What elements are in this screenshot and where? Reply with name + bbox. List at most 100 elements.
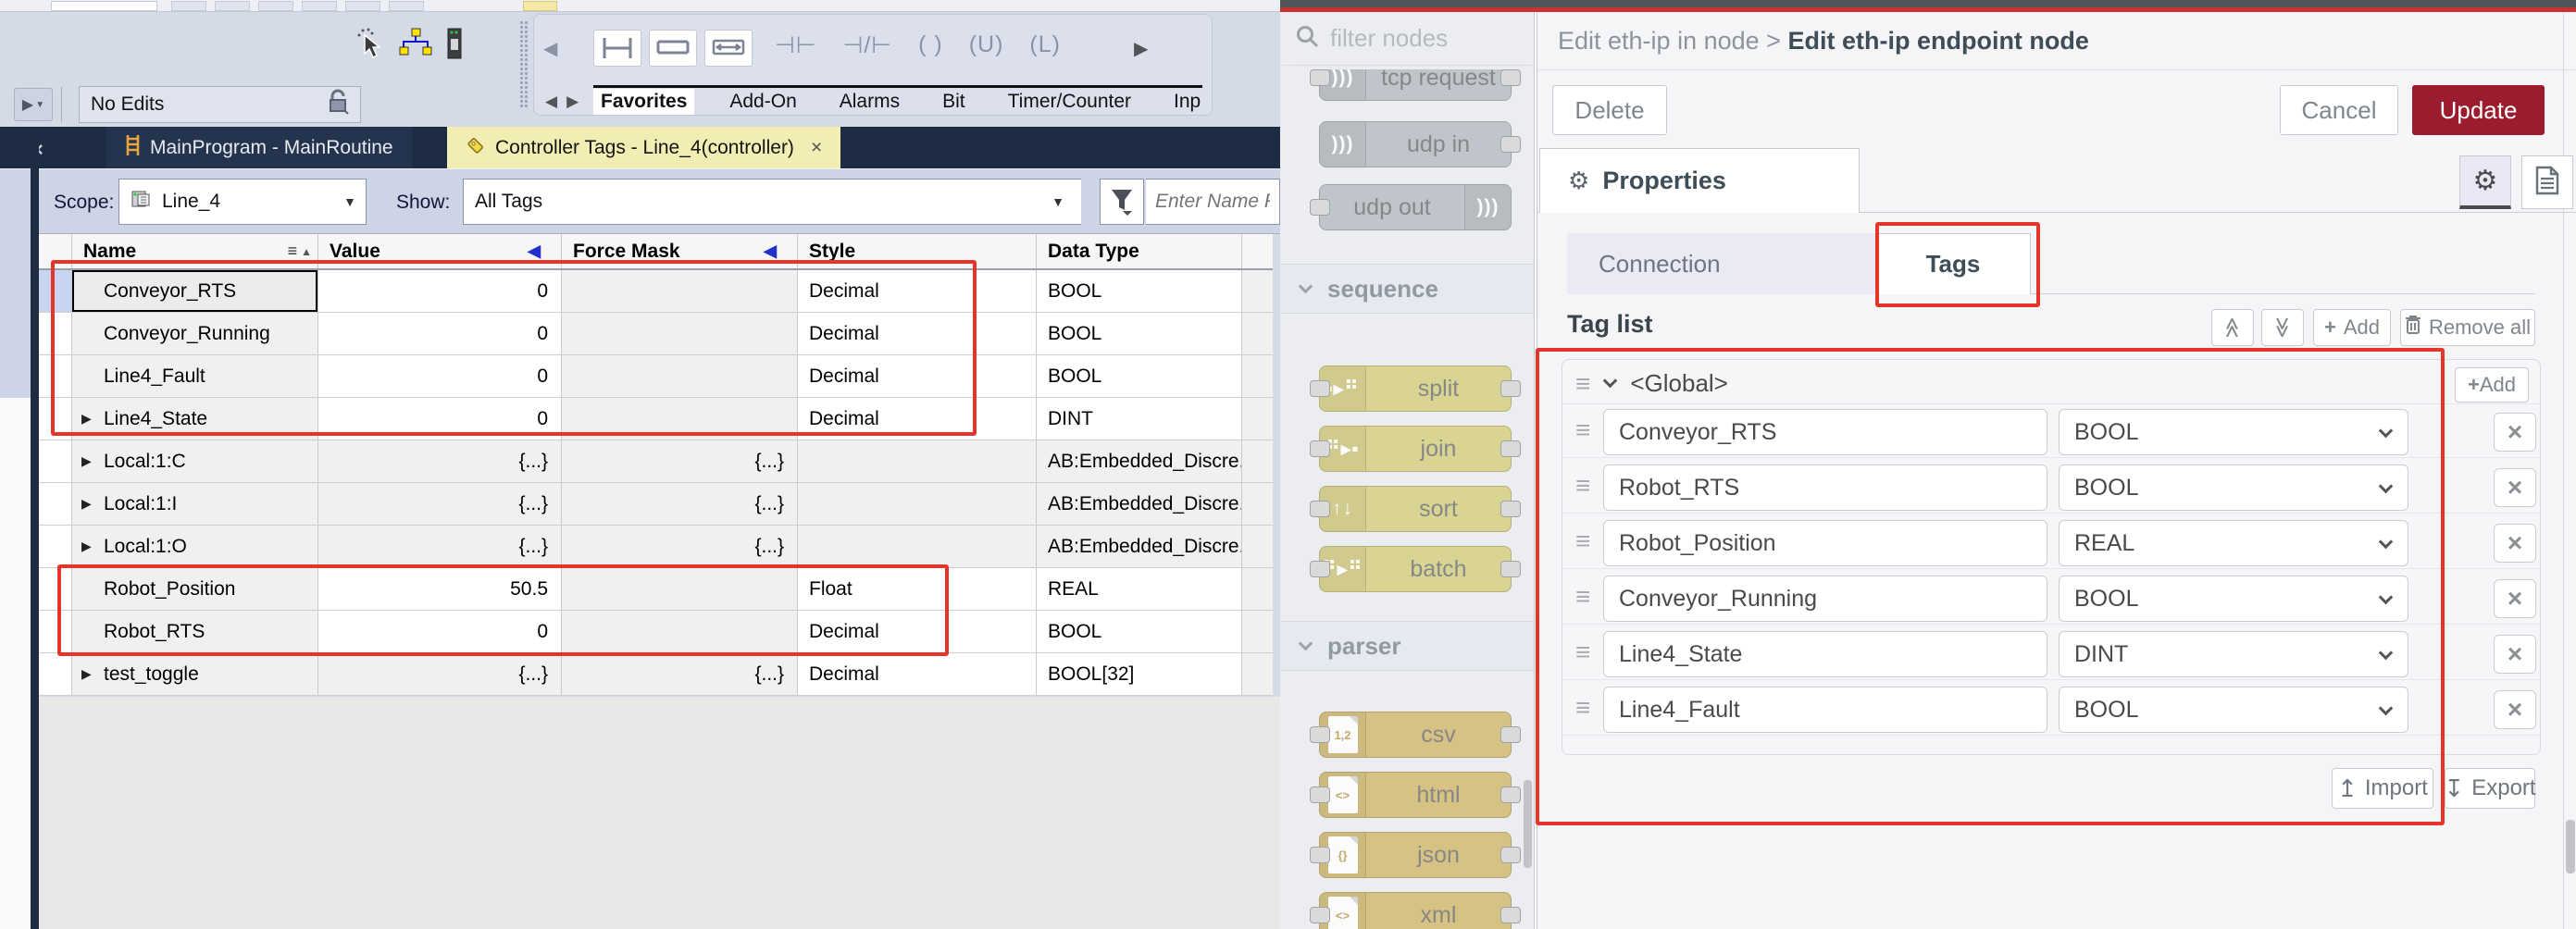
style-cell[interactable] [798,440,1037,482]
expand-arrow-icon[interactable]: ▶ [81,539,92,554]
data-type-cell[interactable]: BOOL [1037,270,1242,312]
tag-type-select[interactable]: DINT [2059,631,2408,677]
tag-name-input[interactable] [1603,409,2047,455]
add-tag-button[interactable]: +Add [2313,309,2391,346]
column-header-name[interactable]: Name ≡▲ [72,234,318,268]
data-type-cell[interactable]: BOOL [1037,355,1242,397]
input-port[interactable] [1310,199,1330,216]
toolbar-combo-stub[interactable] [51,1,157,11]
palette-node-xml[interactable]: <>xml [1319,892,1512,929]
tab-controller-tags[interactable]: Controller Tags - Line_4(controller) × [447,127,840,168]
palette-node-join[interactable]: ⠛▸▪join [1319,426,1512,472]
table-row[interactable]: Conveyor_RTS0DecimalBOOL [39,270,1273,313]
scroll-left-icon[interactable]: ◀ [543,37,557,60]
instruction-tab-favorites[interactable]: Favorites [593,89,694,115]
table-row[interactable]: ▶Local:1:I{...}{...}AB:Embedded_Discre..… [39,483,1273,526]
style-cell[interactable]: Decimal [798,653,1037,695]
palette-node-split[interactable]: ▪▸⠛split [1319,365,1512,412]
expand-arrow-icon[interactable]: ▶ [81,496,92,512]
input-port[interactable] [1310,726,1330,743]
tag-name-cell[interactable]: ▶Local:1:I [72,483,318,525]
import-button[interactable]: ↥Import [2332,768,2433,809]
palette-filter-input[interactable] [1330,24,1515,53]
input-port[interactable] [1310,907,1330,923]
remove-tag-button[interactable]: × [2494,413,2536,452]
input-port[interactable] [1310,69,1330,86]
data-type-cell[interactable]: BOOL[32] [1037,653,1242,695]
coil-latch-icon[interactable]: (L) [1029,31,1061,59]
tag-value-cell[interactable]: {...} [318,483,562,525]
unlock-icon[interactable] [327,89,349,120]
palette-node-csv[interactable]: 1,2csv [1319,712,1512,758]
instruction-tab-inp[interactable]: Inp [1166,89,1208,115]
tag-name-cell[interactable]: ▶Local:1:C [72,440,318,482]
coil-icon[interactable]: ( ) [918,31,943,59]
column-header-style[interactable]: Style [798,234,1037,268]
controller-module-icon[interactable] [447,28,462,64]
output-port[interactable] [1500,136,1521,153]
name-filter-input[interactable] [1146,179,1280,225]
data-type-cell[interactable]: DINT [1037,398,1242,440]
force-mask-cell[interactable] [562,398,798,440]
add-tag-to-group-button[interactable]: +Add [2455,367,2529,403]
input-port[interactable] [1310,440,1330,457]
palette-node-sort[interactable]: ↑↓sort [1319,486,1512,532]
input-port[interactable] [1310,847,1330,863]
toolbar-button-stub[interactable] [171,1,206,11]
instruction-tab-bit[interactable]: Bit [935,89,973,115]
tag-name-cell[interactable]: ▶Line4_State [72,398,318,440]
properties-tab[interactable]: ⚙ Properties [1539,148,1860,213]
tag-name-cell[interactable]: Conveyor_RTS [72,270,318,312]
palette-node-batch[interactable]: ⠛▸⠛batch [1319,546,1512,592]
expand-arrow-icon[interactable]: ▶ [81,453,92,469]
palette-node-udp-out[interactable]: )))udp out [1319,184,1512,230]
scope-select[interactable]: Line_4 ▼ [118,179,367,225]
force-mask-cell[interactable]: {...} [562,526,798,567]
data-type-cell[interactable]: AB:Embedded_Discre... [1037,526,1242,567]
column-header-value[interactable]: Value◀ [318,234,562,268]
instruction-tab-timer-counter[interactable]: Timer/Counter [1001,89,1139,115]
branch-icon[interactable] [649,30,697,67]
style-cell[interactable] [798,483,1037,525]
node-description-button[interactable] [2521,155,2573,209]
palette-scrollbar[interactable] [1524,780,1532,868]
drag-handle-icon[interactable]: ≡ [1575,371,1590,397]
drag-handle-icon[interactable]: ≡ [1575,473,1590,499]
tag-group-header[interactable]: ≡ <Global> +Add [1562,364,2540,404]
tag-name-cell[interactable]: ▶test_toggle [72,653,318,695]
remove-tag-button[interactable]: × [2494,468,2536,507]
tag-value-cell[interactable]: {...} [318,526,562,567]
close-tab-icon[interactable]: × [811,137,822,159]
remove-tag-button[interactable]: × [2494,635,2536,674]
style-cell[interactable] [798,526,1037,567]
tag-name-input[interactable] [1603,687,2047,733]
output-port[interactable] [1500,847,1521,863]
move-up-button[interactable]: ≪ [2211,309,2254,346]
move-down-button[interactable]: ≪ [2261,309,2304,346]
row-selector[interactable] [39,526,72,567]
table-row[interactable]: Robot_RTS0DecimalBOOL [39,611,1273,653]
show-select[interactable]: All Tags ▼ [463,179,1081,225]
tag-value-cell[interactable]: 0 [318,398,562,440]
row-selector[interactable] [39,313,72,354]
row-selector[interactable] [39,355,72,397]
tag-name-input[interactable] [1603,576,2047,622]
palette-category-parser[interactable]: parser [1280,621,1534,671]
table-row[interactable]: ▶test_toggle{...}{...}DecimalBOOL[32] [39,653,1273,696]
tag-name-input[interactable] [1603,631,2047,677]
force-mask-cell[interactable] [562,313,798,354]
tag-name-cell[interactable]: Robot_RTS [72,611,318,652]
filter-funnel-button[interactable] [1100,179,1144,225]
scroll-right-icon[interactable]: ▶ [1134,37,1148,60]
table-row[interactable]: Robot_Position50.5FloatREAL [39,568,1273,611]
input-port[interactable] [1310,380,1330,397]
input-port[interactable] [1310,501,1330,517]
table-row[interactable]: ▶Local:1:O{...}{...}AB:Embedded_Discre..… [39,526,1273,568]
tag-name-cell[interactable]: Robot_Position [72,568,318,610]
tag-name-cell[interactable]: Conveyor_Running [72,313,318,354]
style-cell[interactable]: Decimal [798,313,1037,354]
tab-tags[interactable]: Tags [1875,233,2031,294]
toolbar-button-stub[interactable] [345,1,380,11]
output-port[interactable] [1500,380,1521,397]
force-mask-cell[interactable] [562,355,798,397]
